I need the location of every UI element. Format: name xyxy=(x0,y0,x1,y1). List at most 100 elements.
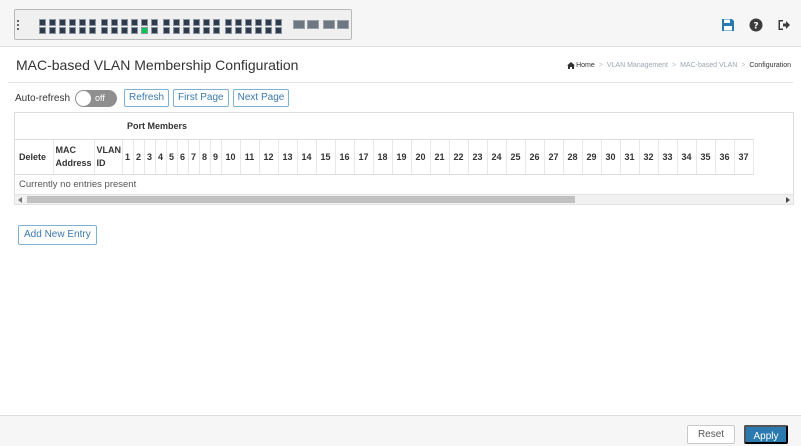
switch-port[interactable] xyxy=(131,19,138,26)
switch-port[interactable] xyxy=(39,19,46,26)
switch-port[interactable] xyxy=(163,27,170,34)
switch-port[interactable] xyxy=(101,19,108,26)
switch-port[interactable] xyxy=(59,27,66,34)
page-controls: Auto-refresh off Refresh First Page Next… xyxy=(15,89,290,107)
toggle-state-label: off xyxy=(95,92,105,103)
port-column-header: 5 xyxy=(166,139,178,175)
membership-table-container: Port Members Delete MAC Address VLAN ID … xyxy=(14,112,794,194)
switch-port[interactable] xyxy=(265,19,272,26)
switch-port[interactable] xyxy=(141,19,148,26)
switch-port[interactable] xyxy=(225,27,232,34)
switch-port[interactable] xyxy=(79,19,86,26)
sfp-port[interactable] xyxy=(323,20,335,29)
switch-port[interactable] xyxy=(111,27,118,34)
apply-button[interactable]: Apply xyxy=(744,425,788,444)
port-column-header: 17 xyxy=(354,139,374,175)
switch-port[interactable] xyxy=(183,27,190,34)
first-page-button[interactable]: First Page xyxy=(173,89,229,107)
switch-port[interactable] xyxy=(235,27,242,34)
switch-port[interactable] xyxy=(183,19,190,26)
switch-port[interactable] xyxy=(225,19,232,26)
scrollbar-thumb[interactable] xyxy=(27,196,575,203)
switch-port[interactable] xyxy=(213,27,220,34)
reset-button[interactable]: Reset xyxy=(687,425,735,444)
sfp-port[interactable] xyxy=(307,20,319,29)
switch-port[interactable] xyxy=(245,19,252,26)
switch-port[interactable] xyxy=(203,27,210,34)
switch-port[interactable] xyxy=(121,27,128,34)
port-column-header: 32 xyxy=(639,139,659,175)
switch-port[interactable] xyxy=(255,27,262,34)
switch-port[interactable] xyxy=(101,27,108,34)
sfp-port[interactable] xyxy=(293,20,305,29)
switch-port[interactable] xyxy=(39,27,46,34)
port-column-header: 6 xyxy=(177,139,189,175)
switch-port[interactable] xyxy=(79,27,86,34)
switch-port[interactable] xyxy=(111,19,118,26)
page-title: MAC-based VLAN Membership Configuration xyxy=(16,57,299,73)
footer-bar: Reset Apply xyxy=(0,415,801,446)
port-column-header: 26 xyxy=(525,139,545,175)
switch-port[interactable] xyxy=(265,27,272,34)
switch-port[interactable] xyxy=(173,27,180,34)
empty-table-message: Currently no entries present xyxy=(15,174,753,194)
breadcrumb-vlan-management[interactable]: VLAN Management xyxy=(607,62,668,69)
port-column-header: 37 xyxy=(734,139,754,175)
switch-port[interactable] xyxy=(49,27,56,34)
membership-table: Port Members Delete MAC Address VLAN ID … xyxy=(15,113,754,194)
switch-port[interactable] xyxy=(69,19,76,26)
auto-refresh-toggle[interactable]: off xyxy=(75,89,118,107)
add-new-entry-button[interactable]: Add New Entry xyxy=(18,225,97,245)
port-grid xyxy=(25,14,349,36)
port-column-header: 11 xyxy=(240,139,260,175)
switch-port[interactable] xyxy=(131,27,138,34)
switch-port[interactable] xyxy=(275,27,282,34)
switch-port[interactable] xyxy=(141,27,148,34)
switch-port[interactable] xyxy=(59,19,66,26)
switch-port[interactable] xyxy=(203,19,210,26)
switch-port[interactable] xyxy=(255,19,262,26)
switch-port[interactable] xyxy=(69,27,76,34)
switch-port[interactable] xyxy=(275,19,282,26)
port-column-header: 8 xyxy=(199,139,211,175)
scroll-left-arrow-icon[interactable] xyxy=(18,197,22,203)
mac-header-line2: Address xyxy=(55,157,92,168)
breadcrumb-mac-based-vlan[interactable]: MAC-based VLAN xyxy=(680,62,737,69)
port-column-header: 27 xyxy=(544,139,564,175)
vlan-id-column-header: VLAN ID xyxy=(94,139,123,175)
auto-refresh-label: Auto-refresh xyxy=(15,92,71,104)
switch-port[interactable] xyxy=(89,19,96,26)
breadcrumb-home[interactable]: Home xyxy=(576,62,595,69)
switch-port[interactable] xyxy=(121,19,128,26)
save-icon[interactable] xyxy=(721,18,735,32)
switch-port[interactable] xyxy=(213,19,220,26)
switch-port[interactable] xyxy=(193,27,200,34)
switch-port[interactable] xyxy=(89,27,96,34)
port-column-header: 2 xyxy=(133,139,145,175)
switch-port[interactable] xyxy=(235,19,242,26)
next-page-button[interactable]: Next Page xyxy=(232,89,290,107)
port-column-header: 12 xyxy=(259,139,279,175)
horizontal-scrollbar[interactable] xyxy=(14,194,794,205)
logout-icon[interactable] xyxy=(777,18,791,32)
vlan-header-line1: VLAN xyxy=(96,144,122,155)
switch-port-panel xyxy=(14,9,352,40)
switch-port[interactable] xyxy=(163,19,170,26)
port-column-header: 28 xyxy=(563,139,583,175)
switch-port[interactable] xyxy=(151,19,158,26)
home-icon xyxy=(567,62,576,69)
switch-port[interactable] xyxy=(245,27,252,34)
switch-port[interactable] xyxy=(173,19,180,26)
port-column-header: 31 xyxy=(620,139,640,175)
sfp-port[interactable] xyxy=(337,20,349,29)
help-icon[interactable]: ? xyxy=(749,18,763,32)
switch-port[interactable] xyxy=(151,27,158,34)
refresh-button[interactable]: Refresh xyxy=(124,89,170,107)
switch-port[interactable] xyxy=(49,19,56,26)
port-column-header: 16 xyxy=(335,139,355,175)
scroll-right-arrow-icon[interactable] xyxy=(786,197,790,203)
switch-port[interactable] xyxy=(193,19,200,26)
port-column-header: 36 xyxy=(715,139,735,175)
port-column-header: 13 xyxy=(278,139,298,175)
port-column-header: 21 xyxy=(430,139,450,175)
